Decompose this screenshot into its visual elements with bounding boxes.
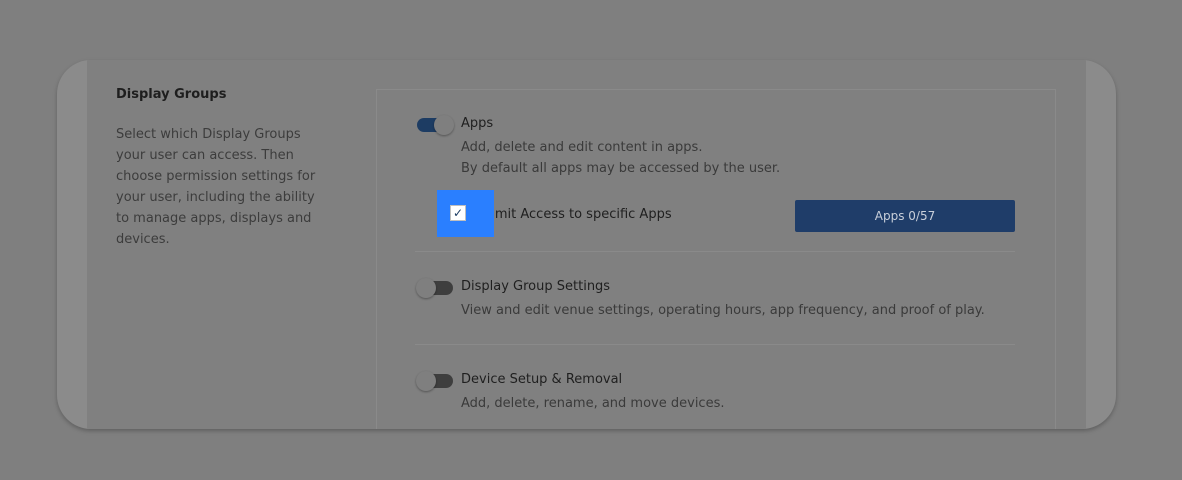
divider [415,251,1015,252]
toggle-knob [416,371,436,391]
display-group-settings-title: Display Group Settings [461,279,611,294]
display-groups-section: Display Groups Select which Display Grou… [87,60,1086,429]
permissions-panel: Apps Add, delete and edit content in app… [376,89,1056,429]
select-apps-button[interactable]: Apps 0/57 [795,200,1015,232]
apps-description-line: Add, delete and edit content in apps. [461,140,703,155]
limit-access-row: Limit Access to specific Apps ✓ Apps 0/5… [437,190,1015,237]
limit-access-label: Limit Access to specific Apps [484,207,672,222]
display-group-settings-toggle[interactable] [416,278,453,298]
limit-access-checkbox[interactable]: ✓ [450,205,466,221]
section-description: Select which Display Groups your user ca… [116,127,316,247]
apps-toggle[interactable] [417,115,454,135]
apps-title: Apps [461,116,494,131]
device-setup-description: Add, delete, rename, and move devices. [461,396,725,411]
divider [415,344,1015,345]
toggle-knob [434,115,454,135]
display-group-settings-description: View and edit venue settings, operating … [461,303,985,318]
toggle-knob [416,278,436,298]
checkbox-highlight: ✓ [437,190,494,237]
device-setup-toggle[interactable] [416,371,453,391]
apps-description: Add, delete and edit content in apps. By… [461,137,780,179]
device-setup-title: Device Setup & Removal [461,372,623,387]
settings-card: Display Groups Select which Display Grou… [57,60,1116,429]
apps-description-line: By default all apps may be accessed by t… [461,161,781,176]
section-title: Display Groups [116,87,227,102]
